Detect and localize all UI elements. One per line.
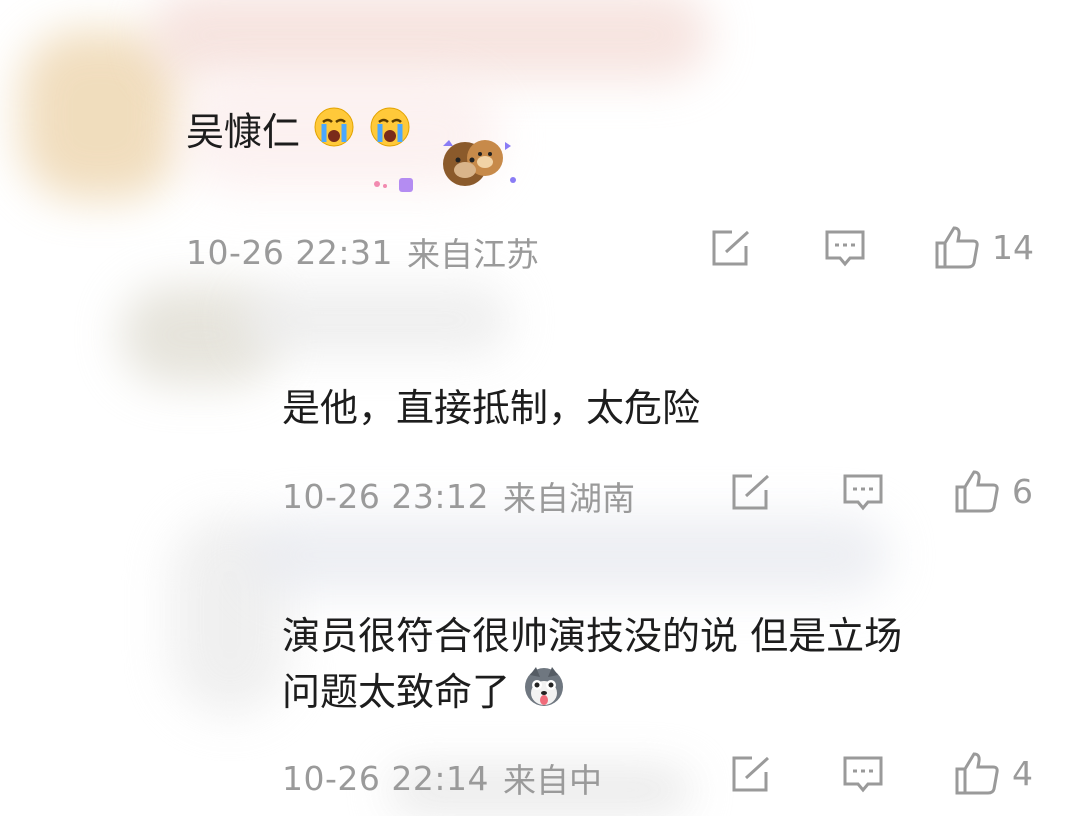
thumbs-up-icon [955, 470, 999, 513]
like-count: 14 [992, 227, 1034, 267]
share-button[interactable] [710, 228, 752, 268]
like-button[interactable]: 4 [954, 750, 1033, 796]
comment-3-line-2-text: 问题太致命了 [282, 670, 511, 714]
comment-icon [843, 474, 883, 511]
comment-2-location: 来自湖南 [502, 479, 635, 518]
bear-sticker-icon [365, 132, 530, 202]
comment-button[interactable] [824, 228, 866, 270]
comment-3-text: 演员很符合很帅演技没的说 但是立场 问题太致命了 [282, 608, 902, 724]
share-icon [732, 756, 770, 792]
comment-1-location: 来自江苏 [406, 235, 539, 274]
share-icon [732, 474, 770, 510]
comment-2-time: 10-26 23:12 [282, 476, 489, 516]
comment-button[interactable] [842, 472, 884, 514]
like-count: 6 [1012, 471, 1033, 511]
thumbs-up-icon [935, 226, 979, 269]
comment-3-location: 来自中 [502, 761, 602, 800]
thumbs-up-icon [955, 752, 999, 795]
like-count: 4 [1012, 753, 1033, 793]
comment-3-time: 10-26 22:14 [282, 758, 489, 798]
comment-3-meta: 10-26 22:14 来自中 [282, 754, 602, 802]
share-icon [712, 230, 750, 266]
comment-1-time: 10-26 22:31 [186, 232, 393, 272]
husky-dog-face-icon [522, 665, 566, 724]
like-button[interactable]: 14 [934, 224, 1034, 270]
share-button[interactable] [730, 472, 772, 512]
like-button[interactable]: 6 [954, 468, 1033, 514]
loudly-crying-face-icon [312, 105, 356, 164]
comment-icon [825, 230, 865, 267]
comment-1-meta: 10-26 22:31 来自江苏 [186, 228, 539, 276]
blurred-username-2 [240, 285, 510, 355]
comment-2-meta: 10-26 23:12 来自湖南 [282, 472, 635, 520]
comment-button[interactable] [842, 754, 884, 796]
comment-3-line-2: 问题太致命了 [282, 664, 902, 724]
blurred-username-1 [150, 0, 710, 80]
share-button[interactable] [730, 754, 772, 794]
comment-1-body: 吴慷仁 [186, 110, 301, 154]
comment-3-line-1: 演员很符合很帅演技没的说 但是立场 [282, 614, 903, 658]
blurred-username-3 [250, 515, 890, 595]
comment-icon [843, 756, 883, 793]
comment-2-text: 是他，直接抵制，太危险 [282, 386, 701, 430]
